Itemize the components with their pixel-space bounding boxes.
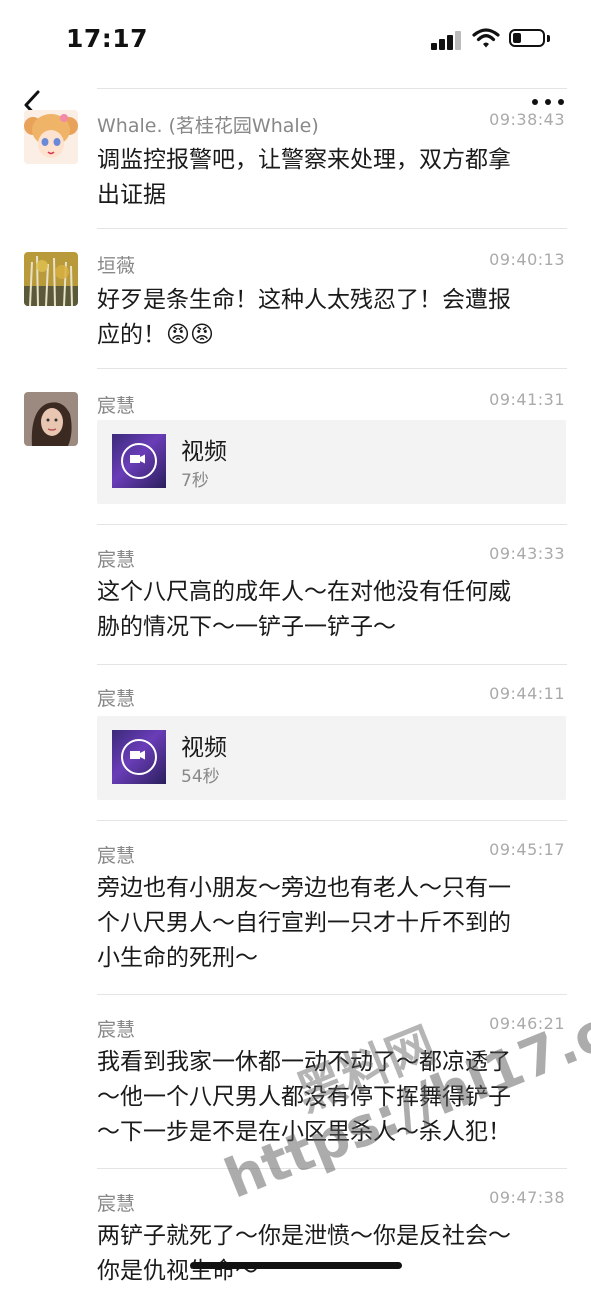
status-time: 17:17	[66, 24, 149, 53]
avatar[interactable]	[24, 110, 78, 164]
avatar[interactable]	[24, 392, 78, 446]
message-text: 两铲子就死了～你是泄愤～你是反社会～ 你是仇视生命～	[97, 1219, 557, 1289]
message-time: 09:45:17	[489, 840, 565, 859]
message-divider	[97, 228, 567, 229]
sender-name: 宸慧	[97, 549, 136, 571]
message-line: 小生命的死刑～	[97, 945, 258, 971]
battery-icon	[509, 29, 545, 47]
video-message-card[interactable]: 视频 7秒	[97, 420, 566, 504]
message-text: 这个八尺高的成年人～在对他没有任何威 胁的情况下～一铲子一铲子～	[97, 575, 557, 645]
sender-name: 宸慧	[97, 845, 136, 867]
message-item: 宸慧 09:45:17 旁边也有小朋友～旁边也有老人～只有一 个八尺男人～自行宣…	[0, 820, 591, 994]
sender-name: Whale. (茗桂花园Whale)	[97, 115, 319, 137]
video-title: 视频	[181, 735, 227, 761]
video-message-card[interactable]: 视频 54秒	[97, 716, 566, 800]
message-divider	[97, 664, 567, 665]
message-item: 垣薇 09:40:13 好歹是条生命！这种人太残忍了！会遭报 应的！😡😡	[0, 228, 591, 368]
message-line: 好歹是条生命！这种人太残忍了！会遭报	[97, 287, 511, 313]
message-divider	[97, 368, 567, 369]
video-duration: 7秒	[181, 471, 209, 491]
status-bar: 17:17	[0, 0, 591, 80]
message-line: 你是仇视生命～	[97, 1258, 258, 1284]
message-text: 旁边也有小朋友～旁边也有老人～只有一 个八尺男人～自行宣判一只才十斤不到的 小生…	[97, 871, 557, 976]
message-divider	[97, 994, 567, 995]
sender-name: 宸慧	[97, 688, 136, 710]
message-time: 09:41:31	[489, 390, 565, 409]
message-time: 09:40:13	[489, 250, 565, 269]
video-camera-icon	[121, 443, 157, 479]
wifi-icon	[472, 27, 500, 49]
video-title: 视频	[181, 439, 227, 465]
message-time: 09:38:43	[489, 110, 565, 129]
message-divider	[97, 820, 567, 821]
message-line: 出证据	[97, 182, 166, 208]
video-thumbnail	[112, 434, 166, 488]
message-text: 好歹是条生命！这种人太残忍了！会遭报 应的！😡😡	[97, 283, 557, 353]
message-divider	[97, 524, 567, 525]
cellular-signal-icon	[431, 30, 463, 50]
message-text: 调监控报警吧，让警察来处理，双方都拿 出证据	[97, 143, 557, 213]
message-line: 这个八尺高的成年人～在对他没有任何威	[97, 579, 511, 605]
message-item: 宸慧 09:44:11 视频 54秒	[0, 664, 591, 820]
message-time: 09:47:38	[489, 1188, 565, 1207]
battery-tip	[547, 35, 550, 42]
sender-name: 宸慧	[97, 1193, 136, 1215]
sender-name: 宸慧	[97, 1019, 136, 1041]
sender-name: 宸慧	[97, 395, 136, 417]
message-item: Whale. (茗桂花园Whale) 09:38:43 调监控报警吧，让警察来处…	[0, 88, 591, 228]
message-line: 旁边也有小朋友～旁边也有老人～只有一	[97, 875, 511, 901]
message-line: 个八尺男人～自行宣判一只才十斤不到的	[97, 910, 511, 936]
message-time: 09:43:33	[489, 544, 565, 563]
message-divider	[97, 88, 567, 89]
message-line: 两铲子就死了～你是泄愤～你是反社会～	[97, 1223, 511, 1249]
home-indicator[interactable]	[190, 1262, 402, 1269]
video-duration: 54秒	[181, 767, 220, 787]
message-item: 宸慧 09:43:33 这个八尺高的成年人～在对他没有任何威 胁的情况下～一铲子…	[0, 524, 591, 664]
sender-name: 垣薇	[97, 255, 136, 277]
video-camera-icon	[121, 739, 157, 775]
message-line: 胁的情况下～一铲子一铲子～	[97, 614, 396, 640]
message-item: 宸慧 09:41:31 视频 7秒	[0, 368, 591, 524]
message-line: 应的！😡😡	[97, 322, 214, 348]
message-line: 调监控报警吧，让警察来处理，双方都拿	[97, 147, 511, 173]
avatar[interactable]	[24, 252, 78, 306]
message-time: 09:44:11	[489, 684, 565, 703]
video-thumbnail	[112, 730, 166, 784]
